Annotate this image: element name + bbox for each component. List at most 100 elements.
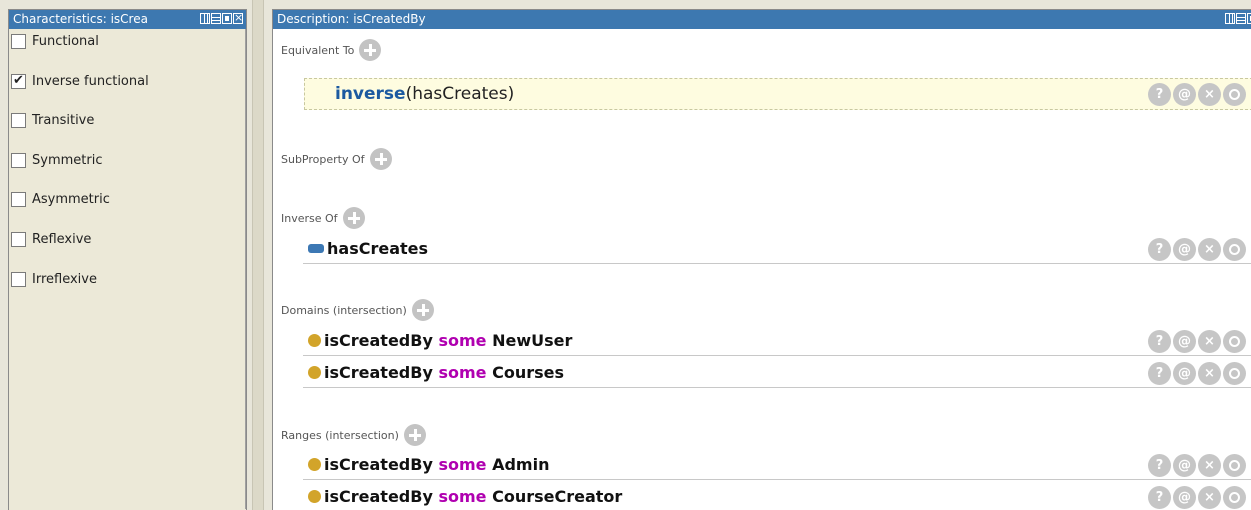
maximize-icon[interactable]	[222, 13, 232, 24]
edit-button[interactable]	[1223, 83, 1246, 106]
description-panel-header: Description: isCreatedBy	[273, 10, 1251, 29]
equivalent-expression: inverse (hasCreates)	[305, 84, 514, 104]
delete-button[interactable]: ×	[1198, 454, 1221, 477]
explain-button[interactable]: ?	[1148, 330, 1171, 353]
range-row[interactable]: isCreatedBy some CourseCreator ? @ ×	[303, 482, 1251, 510]
transitive-checkbox[interactable]	[11, 113, 26, 129]
inverse-keyword: inverse	[335, 84, 406, 104]
inverse-of-header: Inverse Of	[281, 207, 365, 229]
row-actions: ? @ ×	[1148, 362, 1246, 385]
class-icon	[308, 458, 321, 471]
characteristic-label: Transitive	[32, 113, 95, 129]
maximize-icon[interactable]	[1247, 13, 1251, 24]
class-name: CourseCreator	[492, 487, 623, 506]
class-icon	[308, 366, 321, 379]
delete-button[interactable]: ×	[1198, 486, 1221, 509]
edit-button[interactable]	[1223, 486, 1246, 509]
property-name: isCreatedBy	[324, 455, 433, 474]
domain-row[interactable]: isCreatedBy some Courses ? @ ×	[303, 358, 1251, 388]
explain-button[interactable]: ?	[1148, 238, 1171, 261]
characteristic-reflexive[interactable]: Reflexive	[9, 231, 245, 272]
characteristic-label: Irreflexive	[32, 271, 97, 287]
explain-button[interactable]: ?	[1148, 83, 1171, 106]
section-label: Domains (intersection)	[281, 303, 407, 317]
add-equivalent-button[interactable]	[359, 39, 382, 61]
row-actions: ? @ ×	[1148, 454, 1246, 477]
split-vertical-icon[interactable]	[1225, 13, 1235, 24]
symmetric-checkbox[interactable]	[11, 152, 26, 168]
delete-button[interactable]: ×	[1198, 238, 1221, 261]
characteristic-functional[interactable]: Functional	[9, 34, 245, 74]
characteristic-label: Functional	[32, 34, 99, 49]
delete-button[interactable]: ×	[1198, 362, 1221, 385]
characteristics-panel: Characteristics: isCrea Functional Inver…	[8, 9, 247, 510]
characteristic-asymmetric[interactable]: Asymmetric	[9, 192, 245, 232]
characteristic-transitive[interactable]: Transitive	[9, 113, 245, 153]
explain-button[interactable]: ?	[1148, 454, 1171, 477]
characteristic-symmetric[interactable]: Symmetric	[9, 152, 245, 193]
reflexive-checkbox[interactable]	[11, 231, 26, 247]
panel-splitter[interactable]	[252, 0, 264, 510]
equivalent-to-header: Equivalent To	[281, 39, 382, 61]
property-name: isCreatedBy	[324, 487, 433, 506]
description-panel: Description: isCreatedBy Equivalent To i…	[272, 9, 1251, 510]
row-actions: ? @ ×	[1148, 330, 1246, 353]
split-horizontal-icon[interactable]	[1236, 13, 1246, 24]
equivalent-property-text: (hasCreates)	[405, 84, 515, 104]
explain-button[interactable]: ?	[1148, 486, 1171, 509]
close-icon[interactable]	[233, 11, 243, 25]
delete-button[interactable]: ×	[1198, 83, 1221, 106]
class-icon	[308, 490, 321, 503]
add-inverse-button[interactable]	[342, 207, 365, 229]
delete-button[interactable]: ×	[1198, 330, 1221, 353]
domain-expression: isCreatedBy some Courses	[303, 363, 564, 382]
characteristics-list: Functional Inverse functional Transitive…	[9, 29, 246, 509]
class-name: NewUser	[492, 331, 573, 350]
class-name: Admin	[492, 455, 550, 474]
annotate-button[interactable]: @	[1173, 486, 1196, 509]
some-keyword: some	[438, 331, 487, 350]
explain-button[interactable]: ?	[1148, 362, 1171, 385]
annotate-button[interactable]: @	[1173, 238, 1196, 261]
asymmetric-checkbox[interactable]	[11, 192, 26, 208]
characteristic-inverse-functional[interactable]: Inverse functional	[9, 73, 245, 114]
inverse-expression: hasCreates	[303, 239, 428, 258]
characteristic-label: Inverse functional	[32, 73, 149, 89]
annotate-button[interactable]: @	[1173, 330, 1196, 353]
section-label: SubProperty Of	[281, 152, 365, 166]
ranges-header: Ranges (intersection)	[281, 424, 426, 446]
range-row[interactable]: isCreatedBy some Admin ? @ ×	[303, 450, 1251, 480]
inverse-functional-checkbox[interactable]	[11, 73, 26, 89]
add-range-button[interactable]	[403, 424, 426, 446]
class-name: Courses	[492, 363, 564, 382]
edit-button[interactable]	[1223, 238, 1246, 261]
edit-button[interactable]	[1223, 454, 1246, 477]
annotate-button[interactable]: @	[1173, 362, 1196, 385]
add-subproperty-button[interactable]	[369, 148, 392, 170]
split-horizontal-icon[interactable]	[211, 13, 221, 24]
add-domain-button[interactable]	[411, 299, 434, 321]
section-label: Ranges (intersection)	[281, 428, 399, 442]
subproperty-of-header: SubProperty Of	[281, 148, 392, 170]
class-icon	[308, 334, 321, 347]
annotate-button[interactable]: @	[1173, 83, 1196, 106]
domain-expression: isCreatedBy some NewUser	[303, 331, 572, 350]
inverse-property-name: hasCreates	[327, 239, 429, 258]
characteristics-panel-title: Characteristics: isCrea	[13, 12, 148, 26]
edit-button[interactable]	[1223, 330, 1246, 353]
inverse-row[interactable]: hasCreates ? @ ×	[303, 234, 1251, 264]
domain-row[interactable]: isCreatedBy some NewUser ? @ ×	[303, 326, 1251, 356]
domains-header: Domains (intersection)	[281, 299, 434, 321]
characteristic-irreflexive[interactable]: Irreflexive	[9, 271, 245, 312]
row-actions: ? @ ×	[1148, 486, 1246, 509]
equivalent-row[interactable]: inverse (hasCreates) ? @ ×	[304, 78, 1251, 110]
edit-button[interactable]	[1223, 362, 1246, 385]
characteristic-label: Symmetric	[32, 152, 103, 168]
property-name: isCreatedBy	[324, 331, 433, 350]
row-actions: ? @ ×	[1148, 83, 1246, 106]
functional-checkbox[interactable]	[11, 34, 26, 49]
split-vertical-icon[interactable]	[200, 13, 210, 24]
annotate-button[interactable]: @	[1173, 454, 1196, 477]
some-keyword: some	[438, 455, 487, 474]
irreflexive-checkbox[interactable]	[11, 271, 26, 287]
